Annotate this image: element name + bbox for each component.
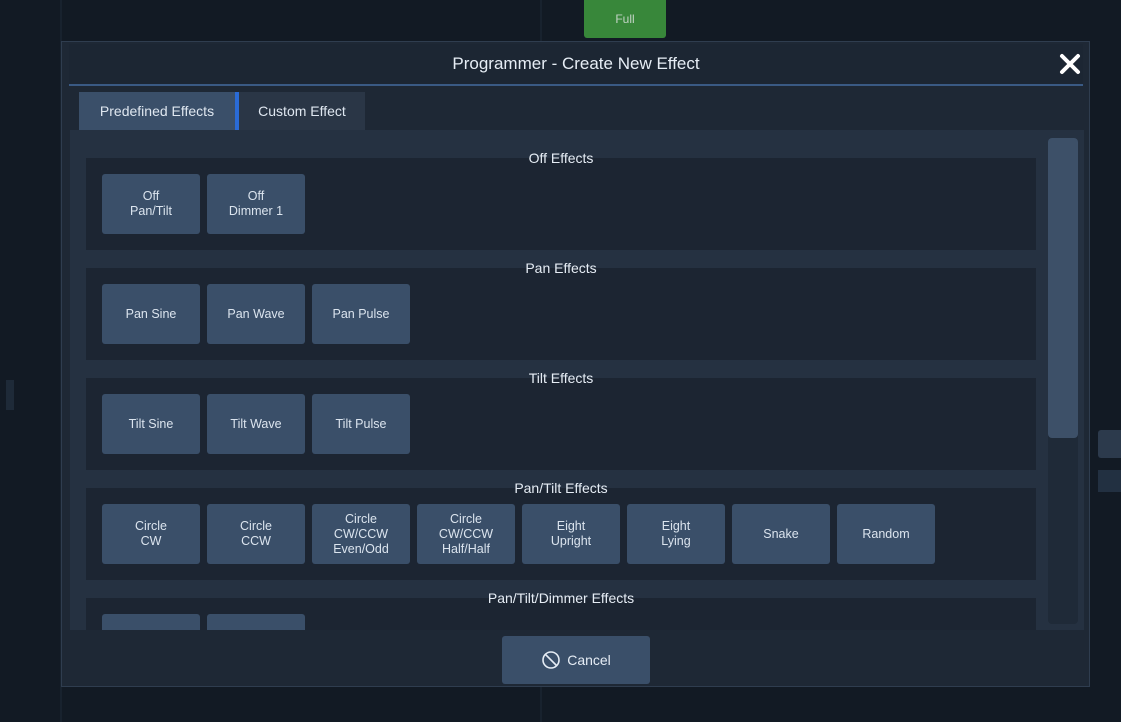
group-pan-tilt-effects: Pan/Tilt Effects Circle CW Circle CCW Ci… [86, 480, 1036, 580]
bg-left-bar [6, 380, 14, 410]
effects-panel: Off Effects Off Pan/Tilt Off Dimmer 1 Pa… [70, 130, 1084, 630]
create-effect-dialog: Programmer - Create New Effect Predefine… [61, 41, 1090, 687]
group-title: Pan/Tilt/Dimmer Effects [487, 590, 635, 606]
effect-button[interactable]: Tilt Sine [102, 394, 200, 454]
effect-button[interactable]: Eight Upright [522, 504, 620, 564]
scrollbar-thumb[interactable] [1048, 138, 1078, 438]
dialog-title: Programmer - Create New Effect [452, 54, 700, 73]
dialog-header: Programmer - Create New Effect [69, 44, 1083, 86]
effect-button[interactable]: Pan Sine [102, 284, 200, 344]
bg-full-label: Full [615, 12, 635, 26]
effect-button[interactable]: Tilt Pulse [312, 394, 410, 454]
effect-button[interactable]: Circle CW/CCW Half/Half [417, 504, 515, 564]
dialog-footer: Cancel [62, 634, 1089, 686]
tab-custom-effect[interactable]: Custom Effect [239, 92, 365, 130]
effect-button[interactable] [207, 614, 305, 630]
close-icon [1060, 54, 1080, 74]
group-pan-effects: Pan Effects Pan Sine Pan Wave Pan Pulse [86, 260, 1036, 360]
group-tilt-effects: Tilt Effects Tilt Sine Tilt Wave Tilt Pu… [86, 370, 1036, 470]
group-title: Pan Effects [525, 260, 597, 276]
scrollbar[interactable] [1048, 138, 1078, 624]
group-title: Tilt Effects [528, 370, 594, 386]
cancel-circle-icon [541, 650, 561, 670]
bg-right-control [1098, 470, 1121, 492]
group-off-effects: Off Effects Off Pan/Tilt Off Dimmer 1 [86, 150, 1036, 250]
effect-button[interactable]: Circle CW [102, 504, 200, 564]
effect-button[interactable]: Pan Pulse [312, 284, 410, 344]
effects-scroll-area[interactable]: Off Effects Off Pan/Tilt Off Dimmer 1 Pa… [86, 130, 1036, 630]
effect-button[interactable]: Circle CCW [207, 504, 305, 564]
effect-button[interactable]: Off Dimmer 1 [207, 174, 305, 234]
close-button[interactable] [1054, 48, 1086, 80]
tab-predefined-effects[interactable]: Predefined Effects [79, 92, 239, 130]
group-pan-tilt-dimmer-effects: Pan/Tilt/Dimmer Effects [86, 590, 1036, 630]
effect-button[interactable]: Off Pan/Tilt [102, 174, 200, 234]
bg-full-button[interactable]: Full [584, 0, 666, 38]
effect-button[interactable]: Pan Wave [207, 284, 305, 344]
cancel-label: Cancel [567, 652, 611, 668]
effect-button[interactable]: Eight Lying [627, 504, 725, 564]
bg-right-control[interactable] [1098, 430, 1121, 458]
effect-button[interactable] [102, 614, 200, 630]
effect-button[interactable]: Snake [732, 504, 830, 564]
effect-button[interactable]: Circle CW/CCW Even/Odd [312, 504, 410, 564]
effect-button[interactable]: Tilt Wave [207, 394, 305, 454]
group-title: Off Effects [528, 150, 594, 166]
effect-button[interactable]: Random [837, 504, 935, 564]
cancel-button[interactable]: Cancel [502, 636, 650, 684]
group-title: Pan/Tilt Effects [514, 480, 608, 496]
